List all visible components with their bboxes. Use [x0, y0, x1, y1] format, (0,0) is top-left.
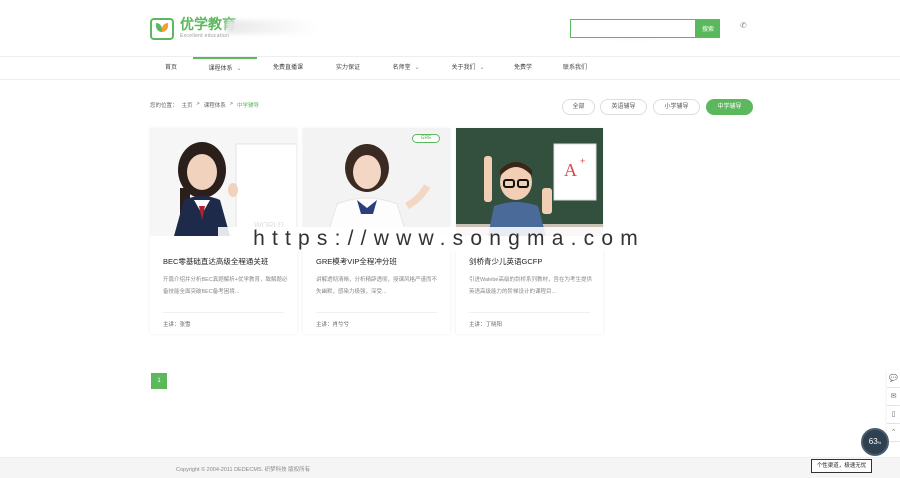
filter-all[interactable]: 全部 [562, 99, 595, 115]
breadcrumb-current: 中学辅导 [236, 103, 259, 109]
breadcrumb-separator: > [229, 101, 233, 107]
course-title[interactable]: 剑桥青少儿英语GCFP [469, 256, 594, 267]
nav-item-courses[interactable]: 课程体系 ⌄ [193, 57, 257, 80]
nav-item-label: 课程体系 [208, 66, 233, 72]
blur-artifact [226, 20, 316, 34]
site-logo[interactable]: 优学教育 Excellent education [150, 18, 236, 40]
breadcrumb-link-courses[interactable]: 课程体系 [204, 101, 226, 109]
nav-item-home[interactable]: 首页 [150, 57, 192, 80]
course-description: 讲解透彻清晰，分析精辟透彻，授课风格严谨而不失幽默，感染力极强，深受... [316, 277, 438, 295]
course-photo-student [303, 128, 450, 236]
course-description: 引进Walebe高级的剑桥系列教材，旨在为考生提供英语高级能力的阶梯设计的课程目… [469, 277, 592, 295]
nav-item-label: 首页 [164, 65, 177, 71]
logo-subtitle: Excellent education [180, 33, 230, 39]
course-photo-girl: WORLD [150, 128, 297, 236]
nav-item-label: 联系我们 [562, 65, 587, 71]
filter-middle[interactable]: 中学辅导 [706, 99, 753, 115]
pagination-page-1[interactable]: 1 [151, 373, 167, 389]
course-image[interactable]: WORLD [150, 128, 297, 236]
course-title[interactable]: BEC零基础直达高级全程通关班 [163, 256, 288, 267]
divider [469, 312, 590, 313]
breadcrumb-prefix: 您的位置： [150, 103, 178, 109]
divider [163, 312, 284, 313]
gauge-value: 63 [868, 437, 878, 446]
chevron-down-icon: ⌄ [236, 66, 242, 72]
course-image[interactable]: GRE [303, 128, 450, 236]
watermark: https://www.songma.com [218, 227, 680, 251]
breadcrumb: 您的位置： 主页 > 课程体系 > 中学辅导 [150, 101, 263, 109]
phone-icon: ✆ [740, 21, 747, 30]
search-input[interactable] [570, 19, 696, 38]
nav-item-teachers[interactable]: 名师堂 ⌄ [378, 57, 434, 80]
nav-item-free-learn[interactable]: 免费学 [500, 57, 546, 80]
course-tag: GRE [412, 134, 440, 143]
nav-item-guarantee[interactable]: 实力保证 [320, 57, 376, 80]
breadcrumb-link-home[interactable]: 主页 [182, 101, 193, 109]
copyright-text: Copyright © 2004-2011 DEDECMS. 织梦科技 版权所有 [176, 467, 311, 473]
mobile-icon[interactable]: ▯ [887, 406, 900, 424]
nav-item-free-live[interactable]: 免费直播课 [258, 57, 318, 80]
course-title[interactable]: GRE模考VIP全程冲分班 [316, 256, 441, 267]
logo-icon [150, 18, 174, 40]
chevron-down-icon: ⌄ [414, 65, 420, 71]
course-photo-boy: A + [456, 128, 603, 236]
up-icon[interactable]: ⌃ [887, 424, 900, 442]
nav-item-about[interactable]: 关于我们 ⌄ [438, 57, 498, 80]
site-footer: Copyright © 2004-2011 DEDECMS. 织梦科技 版权所有 [0, 457, 900, 478]
search-button[interactable]: 搜索 [696, 19, 720, 38]
main-nav: 首页 课程体系 ⌄ 免费直播课 实力保证 名师堂 ⌄ 关于我们 ⌄ 免费学 联系我们 [0, 56, 900, 80]
divider [316, 312, 437, 313]
share-icon[interactable]: ✉ [887, 388, 900, 406]
search-box: 搜索 [570, 19, 720, 38]
course-teacher: 主讲：肖兮兮 [316, 322, 350, 328]
gauge-unit: % [877, 440, 882, 445]
course-description: 开篇介绍并分析BEC真题解析+优学教育，致解题必备技能全面突破BEC备考困境..… [163, 277, 288, 295]
filter-primary[interactable]: 小学辅导 [653, 99, 700, 115]
side-toolbar: 💬 ✉ ▯ ⌃ [887, 370, 900, 442]
status-box[interactable]: 个性渠道，极速无忧 [811, 459, 872, 473]
nav-item-label: 免费学 [513, 65, 532, 71]
course-teacher: 主讲：张雪 [163, 322, 191, 328]
chevron-down-icon: ⌄ [479, 65, 485, 71]
course-image[interactable]: A + [456, 128, 603, 236]
course-teacher: 主讲：丁晓阳 [469, 322, 503, 328]
chat-icon[interactable]: 💬 [887, 370, 900, 388]
nav-item-label: 实力保证 [335, 65, 360, 71]
site-header: 优学教育 Excellent education 搜索 ✆ [0, 0, 900, 56]
performance-gauge[interactable]: 63% [861, 428, 889, 456]
breadcrumb-separator: > [196, 101, 200, 107]
filter-english[interactable]: 英语辅导 [600, 99, 647, 115]
svg-text:A: A [564, 160, 577, 180]
nav-item-label: 名师堂 [392, 65, 411, 71]
svg-text:+: + [580, 156, 585, 166]
nav-item-contact[interactable]: 联系我们 [550, 57, 600, 80]
nav-item-label: 免费直播课 [272, 65, 303, 71]
nav-item-label: 关于我们 [451, 65, 476, 71]
